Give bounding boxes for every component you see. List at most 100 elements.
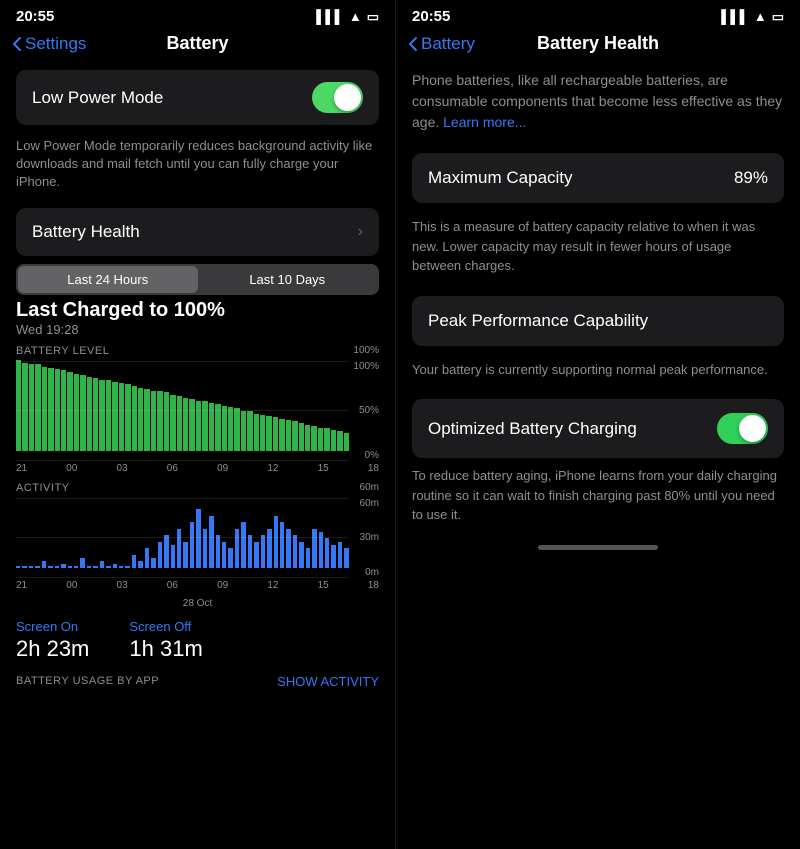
wifi-icon: ▲ — [349, 9, 362, 24]
activity-label: ACTIVITY — [16, 482, 70, 494]
signal-icon-r: ▌▌▌ — [721, 9, 749, 24]
battery-health-row[interactable]: Battery Health › — [16, 208, 379, 256]
peak-label: Peak Performance Capability — [428, 311, 648, 331]
capacity-section: Maximum Capacity 89% — [412, 153, 784, 203]
battery-chart: 100% 50% 0% — [16, 361, 379, 461]
time-09: 09 — [217, 463, 228, 474]
learn-more-link[interactable]: Learn more... — [443, 114, 526, 130]
capacity-label: Maximum Capacity — [428, 168, 573, 188]
time-right: 20:55 — [412, 8, 450, 25]
low-power-row[interactable]: Low Power Mode — [16, 70, 379, 125]
activity-y-top: 60m — [360, 482, 379, 493]
back-button-right[interactable]: Battery — [408, 34, 475, 54]
act-time-18: 18 — [368, 580, 379, 591]
activity-header: ACTIVITY 60m — [16, 482, 379, 494]
nav-bar-right: Battery Battery Health — [396, 29, 800, 62]
optimized-label: Optimized Battery Charging — [428, 419, 637, 439]
signal-icon: ▌▌▌ — [316, 9, 344, 24]
act-y-30: 30m — [360, 532, 379, 543]
back-label-right: Battery — [421, 34, 475, 54]
wifi-icon-r: ▲ — [754, 9, 767, 24]
back-button-left[interactable]: Settings — [12, 34, 86, 54]
screen-stats: Screen On 2h 23m Screen Off 1h 31m — [16, 619, 379, 662]
chart-section: Last Charged to 100% Wed 19:28 BATTERY L… — [16, 299, 379, 474]
charge-date: Wed 19:28 — [16, 322, 379, 337]
optimized-row[interactable]: Optimized Battery Charging — [412, 399, 784, 458]
screen-off-stat: Screen Off 1h 31m — [129, 619, 202, 662]
charge-info: Last Charged to 100% Wed 19:28 — [16, 299, 379, 337]
optimized-section: Optimized Battery Charging — [412, 399, 784, 458]
time-00: 00 — [66, 463, 77, 474]
peak-row: Peak Performance Capability — [412, 296, 784, 346]
act-y-60: 60m — [360, 498, 379, 509]
optimized-desc: To reduce battery aging, iPhone learns f… — [396, 466, 800, 537]
act-y-0: 0m — [360, 567, 379, 578]
optimized-toggle[interactable] — [717, 413, 768, 444]
battery-bars — [16, 361, 379, 451]
capacity-row: Maximum Capacity 89% — [412, 153, 784, 203]
act-time-21: 21 — [16, 580, 27, 591]
chevron-left-icon — [12, 36, 22, 52]
show-activity-link[interactable]: SHOW ACTIVITY — [277, 674, 379, 689]
screen-off-value: 1h 31m — [129, 636, 202, 662]
peak-section: Peak Performance Capability — [412, 296, 784, 346]
low-power-desc: Low Power Mode temporarily reduces backg… — [0, 133, 395, 200]
low-power-label: Low Power Mode — [32, 88, 163, 108]
page-title-left: Battery — [166, 33, 228, 54]
act-time-00: 00 — [66, 580, 77, 591]
activity-time-labels: 21 00 03 06 09 12 15 18 — [16, 580, 379, 591]
left-panel: 20:55 ▌▌▌ ▲ ▭ Settings Battery Low Power… — [0, 0, 395, 849]
intro-text: Phone batteries, like all rechargeable b… — [396, 62, 800, 145]
time-left: 20:55 — [16, 8, 54, 25]
activity-chart: 60m 30m 0m — [16, 498, 379, 578]
battery-usage-label: BATTERY USAGE BY APP — [16, 675, 159, 687]
capacity-value: 89% — [734, 168, 768, 188]
charge-title: Last Charged to 100% — [16, 299, 379, 322]
home-indicator-right — [538, 545, 658, 550]
status-icons-left: ▌▌▌ ▲ ▭ — [316, 9, 379, 25]
y-label-0pct: 0% — [353, 450, 379, 461]
time-21: 21 — [16, 463, 27, 474]
grid-line-bot — [16, 460, 349, 461]
time-15: 15 — [318, 463, 329, 474]
y-label-100pct: 100% — [353, 361, 379, 372]
act-grid-3 — [16, 577, 349, 578]
tabs-container: Last 24 Hours Last 10 Days — [16, 264, 379, 295]
time-tabs: Last 24 Hours Last 10 Days — [16, 264, 379, 295]
act-time-15: 15 — [318, 580, 329, 591]
date-label: 28 Oct — [183, 598, 212, 609]
screen-on-label: Screen On — [16, 619, 89, 634]
low-power-section: Low Power Mode — [16, 70, 379, 125]
battery-icon-r: ▭ — [772, 9, 784, 25]
tab-10days[interactable]: Last 10 Days — [198, 266, 378, 293]
tab-24hours[interactable]: Last 24 Hours — [18, 266, 198, 293]
act-time-12: 12 — [267, 580, 278, 591]
time-18: 18 — [368, 463, 379, 474]
right-panel: 20:55 ▌▌▌ ▲ ▭ Battery Battery Health Pho… — [395, 0, 800, 849]
battery-icon: ▭ — [367, 9, 379, 25]
activity-bars — [16, 498, 379, 568]
back-label-left: Settings — [25, 34, 86, 54]
time-12: 12 — [267, 463, 278, 474]
time-labels: 21 00 03 06 09 12 15 18 — [16, 463, 379, 474]
battery-level-header: BATTERY LEVEL 100% — [16, 345, 379, 357]
page-title-right: Battery Health — [537, 33, 659, 54]
screen-on-stat: Screen On 2h 23m — [16, 619, 89, 662]
status-bar-right: 20:55 ▌▌▌ ▲ ▭ — [396, 0, 800, 29]
activity-section: ACTIVITY 60m 60m 30m 0m 21 00 — [16, 482, 379, 611]
battery-health-label: Battery Health — [32, 222, 140, 242]
bottom-section: BATTERY USAGE BY APP SHOW ACTIVITY — [0, 666, 395, 697]
time-03: 03 — [117, 463, 128, 474]
optimized-toggle-knob — [739, 415, 766, 442]
time-06: 06 — [167, 463, 178, 474]
chevron-right-icon: › — [358, 223, 363, 241]
y-label-50pct: 50% — [353, 405, 379, 416]
capacity-desc: This is a measure of battery capacity re… — [396, 211, 800, 288]
low-power-toggle[interactable] — [312, 82, 363, 113]
peak-desc: Your battery is currently supporting nor… — [396, 354, 800, 392]
screen-off-label: Screen Off — [129, 619, 202, 634]
act-time-09: 09 — [217, 580, 228, 591]
act-time-03: 03 — [117, 580, 128, 591]
left-content: Low Power Mode Low Power Mode temporaril… — [0, 62, 395, 849]
battery-level-label: BATTERY LEVEL — [16, 345, 109, 357]
